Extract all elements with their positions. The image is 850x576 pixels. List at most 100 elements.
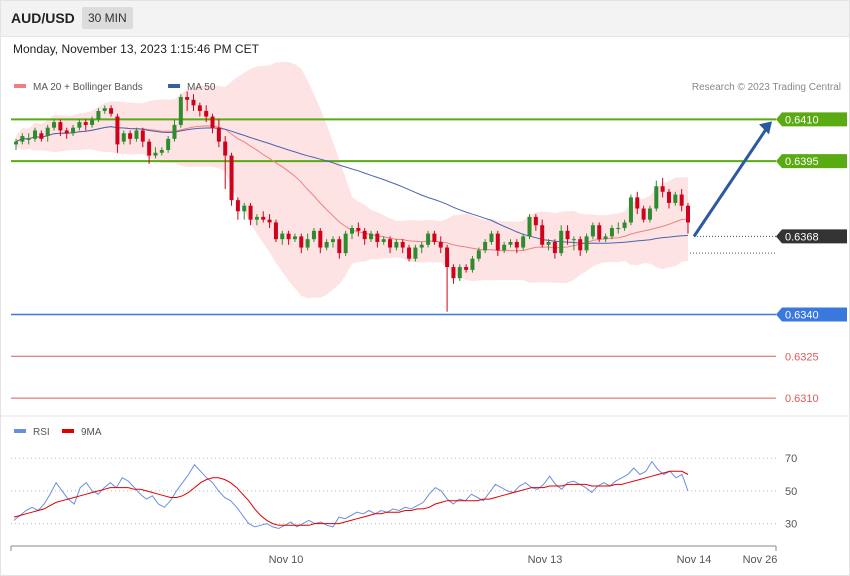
candle-body bbox=[191, 99, 196, 106]
candle-body bbox=[673, 194, 678, 203]
legend-swatch-rsi bbox=[14, 429, 26, 433]
candle-body bbox=[26, 138, 31, 140]
candle-body bbox=[343, 233, 348, 254]
legend-swatch-ma50 bbox=[168, 84, 181, 88]
candle-body bbox=[470, 258, 475, 270]
candle-body bbox=[388, 239, 393, 248]
candle bbox=[229, 152, 234, 206]
candle-body bbox=[134, 130, 139, 139]
candle-body bbox=[559, 230, 564, 254]
candle-body bbox=[419, 244, 424, 248]
candle-body bbox=[311, 230, 316, 240]
candle bbox=[235, 197, 240, 220]
candle bbox=[654, 180, 659, 212]
candle-body bbox=[413, 247, 418, 259]
candle-body bbox=[666, 191, 671, 203]
candle-body bbox=[96, 110, 101, 120]
legend-label-ma50: MA 50 bbox=[187, 82, 216, 93]
candle-body bbox=[521, 236, 526, 248]
legend-label-ma20: MA 20 + Bollinger Bands bbox=[33, 82, 143, 93]
candle-body bbox=[166, 138, 171, 150]
candle-body bbox=[603, 236, 608, 240]
candle-body bbox=[438, 241, 443, 248]
candle-body bbox=[552, 241, 557, 254]
candle-body bbox=[616, 228, 621, 230]
candle bbox=[343, 230, 348, 256]
level-tag-text: 0.6340 bbox=[785, 309, 819, 321]
level-label-0.6310: 0.6310 bbox=[785, 393, 819, 405]
candle-body bbox=[39, 133, 44, 139]
candle-body bbox=[128, 133, 133, 139]
candle-body bbox=[495, 233, 500, 251]
candle-body bbox=[546, 241, 551, 245]
candle-body bbox=[210, 116, 215, 128]
candle-body bbox=[242, 205, 247, 212]
candle bbox=[597, 222, 602, 242]
projection-arrow-shaft bbox=[692, 125, 770, 238]
time-tick-nov-26: Nov 26 bbox=[743, 554, 778, 566]
candle-body bbox=[235, 200, 240, 212]
candle bbox=[178, 94, 183, 128]
candle-body bbox=[578, 239, 583, 251]
candle-body bbox=[267, 219, 272, 223]
candle-body bbox=[464, 267, 469, 270]
candle-body bbox=[90, 119, 95, 125]
candle-body bbox=[178, 97, 183, 125]
candle-body bbox=[299, 236, 304, 248]
candle-body bbox=[540, 225, 545, 245]
rsi-ma-line bbox=[13, 470, 689, 526]
time-tick-nov-10: Nov 10 bbox=[269, 554, 304, 566]
candle-body bbox=[375, 233, 380, 242]
candle bbox=[527, 214, 532, 240]
candle-body bbox=[337, 239, 342, 254]
candle-body bbox=[476, 250, 481, 259]
candle-body bbox=[400, 241, 405, 248]
credit-label: Research © 2023 Trading Central bbox=[692, 82, 841, 93]
candle-body bbox=[356, 228, 361, 231]
candle-body bbox=[153, 152, 158, 156]
candle-body bbox=[622, 222, 627, 229]
level-tag-text: 0.6410 bbox=[785, 114, 819, 126]
candle-body bbox=[679, 194, 684, 206]
candle-body bbox=[159, 149, 164, 153]
time-tick-nov-14: Nov 14 bbox=[677, 554, 712, 566]
candle-body bbox=[350, 228, 354, 234]
candle-body bbox=[248, 205, 253, 220]
candle-body bbox=[527, 216, 532, 237]
candle-body bbox=[508, 241, 513, 245]
candle-body bbox=[197, 105, 202, 111]
candle-body bbox=[369, 233, 374, 240]
candle-body bbox=[64, 130, 69, 134]
candle-body bbox=[394, 241, 399, 248]
candle-body bbox=[33, 130, 38, 139]
candle-body bbox=[204, 110, 209, 117]
candle-body bbox=[216, 127, 221, 142]
candle-body bbox=[140, 130, 145, 142]
candle bbox=[584, 233, 589, 254]
candle-body bbox=[407, 247, 412, 259]
candle-body bbox=[305, 239, 310, 248]
candle-body bbox=[102, 108, 107, 111]
candle bbox=[273, 219, 278, 242]
candle-body bbox=[324, 241, 329, 248]
level-label-0.6325: 0.6325 bbox=[785, 351, 819, 363]
candle-body bbox=[489, 233, 494, 242]
level-tag-0.6410: 0.6410 bbox=[776, 112, 847, 127]
candle bbox=[445, 244, 450, 312]
candle-body bbox=[660, 186, 665, 192]
candle-body bbox=[223, 141, 228, 156]
candle-body bbox=[635, 197, 640, 209]
legend-label-rsi: RSI bbox=[33, 427, 50, 438]
candle-body bbox=[686, 205, 690, 223]
time-tick-nov-13: Nov 13 bbox=[528, 554, 563, 566]
candle bbox=[628, 194, 633, 226]
candle-body bbox=[597, 225, 602, 240]
candle-body bbox=[185, 97, 190, 100]
candle-body bbox=[83, 122, 88, 125]
legend-label-rsi-ma: 9MA bbox=[81, 427, 102, 438]
candle-body bbox=[647, 208, 652, 220]
candle-body bbox=[381, 239, 386, 242]
candle-body bbox=[109, 108, 114, 114]
candle-body bbox=[280, 233, 285, 240]
candle-body bbox=[432, 233, 437, 242]
